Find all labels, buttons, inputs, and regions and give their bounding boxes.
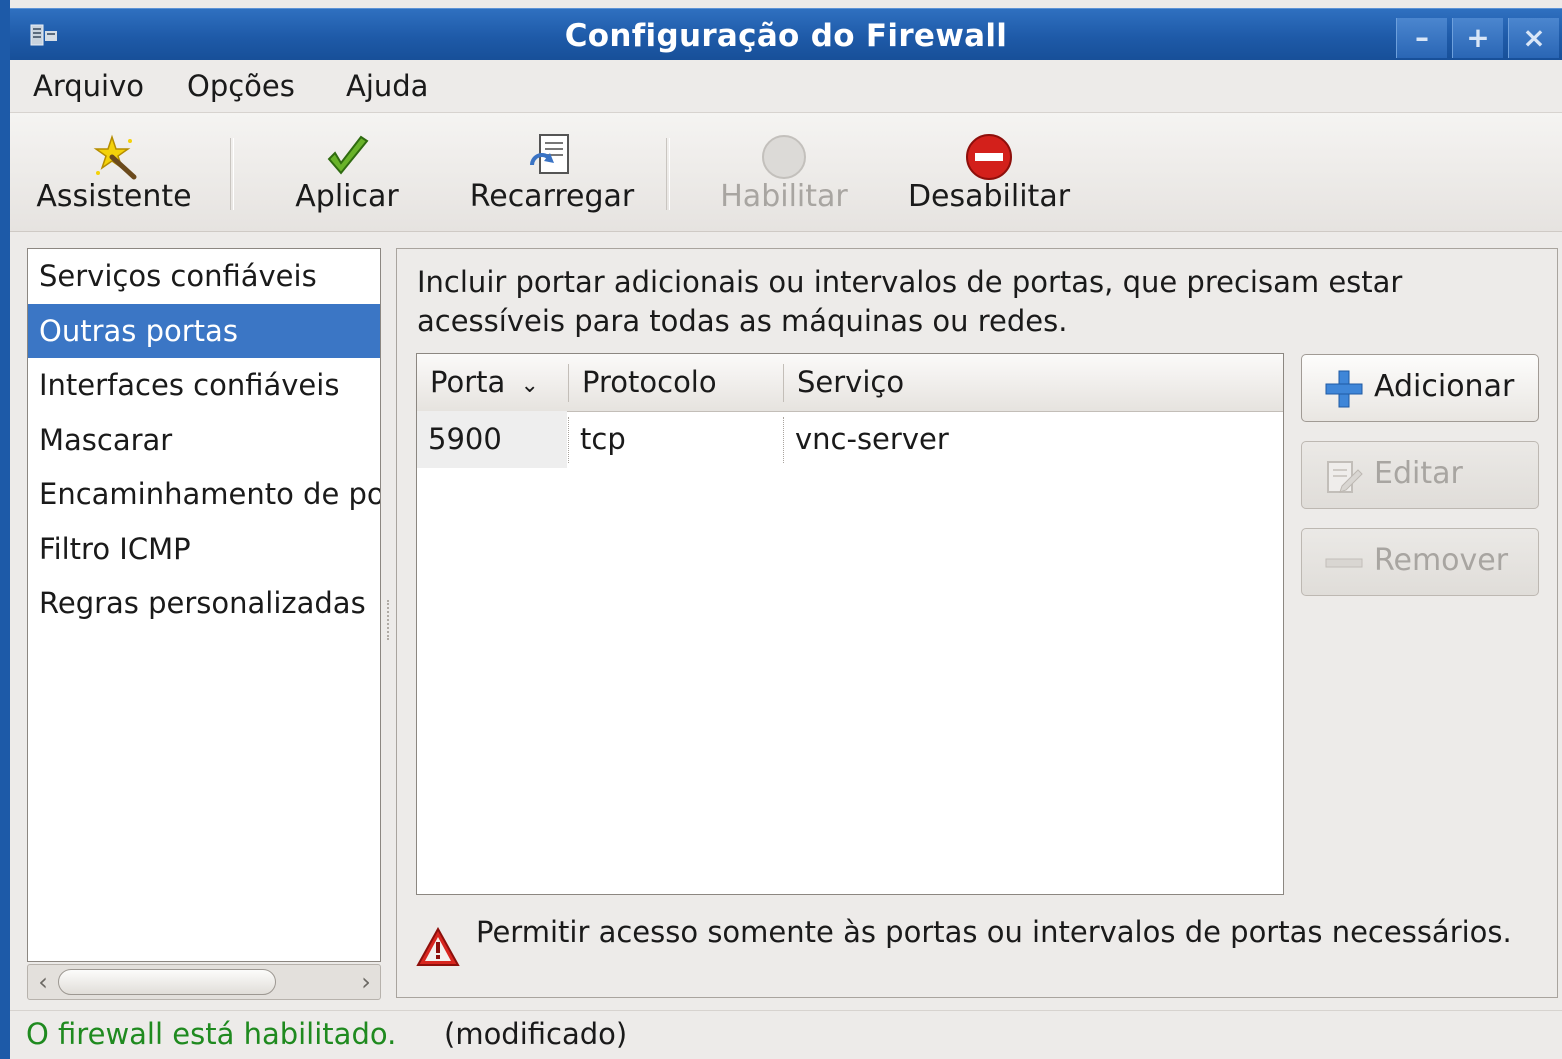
section-outras-portas[interactable]: Outras portas xyxy=(28,304,380,358)
column-servico[interactable]: Serviço xyxy=(784,354,1283,411)
column-protocolo[interactable]: Protocolo xyxy=(569,354,782,411)
habilitar-label: Habilitar xyxy=(720,179,848,214)
column-porta-label: Porta xyxy=(430,365,506,399)
menu-bar: Arquivo Opções Ajuda xyxy=(10,60,1562,113)
maximize-button[interactable]: + xyxy=(1452,18,1503,58)
section-encaminhamento[interactable]: Encaminhamento de portas xyxy=(28,467,380,521)
warning-text: Permitir acesso somente às portas ou int… xyxy=(476,915,1512,949)
toolbar-separator xyxy=(230,138,234,210)
disable-stop-icon xyxy=(966,134,1012,180)
assistente-button[interactable]: Assistente xyxy=(20,113,208,231)
section-interfaces-confiaveis[interactable]: Interfaces confiáveis xyxy=(28,358,380,412)
desabilitar-label: Desabilitar xyxy=(907,179,1071,214)
menu-ajuda[interactable]: Ajuda xyxy=(346,69,428,103)
minus-icon xyxy=(1325,558,1363,568)
scroll-left-icon[interactable]: ‹ xyxy=(31,967,55,997)
recarregar-label: Recarregar xyxy=(469,179,635,214)
title-bar[interactable]: Configuração do Firewall – + × xyxy=(10,8,1562,61)
cell-protocolo: tcp xyxy=(580,422,626,456)
aplicar-button[interactable]: Aplicar xyxy=(280,113,414,231)
modified-indicator: (modificado) xyxy=(444,1017,628,1051)
scrollbar-thumb[interactable] xyxy=(58,969,276,995)
section-list[interactable]: Serviços confiáveis Outras portas Interf… xyxy=(27,248,381,962)
editar-label: Editar xyxy=(1374,456,1463,491)
menu-arquivo[interactable]: Arquivo xyxy=(33,69,144,103)
wizard-wand-icon xyxy=(93,134,137,180)
sidebar-horizontal-scrollbar[interactable]: ‹ › xyxy=(27,964,381,1000)
enable-circle-icon xyxy=(762,135,806,179)
section-servicos-confiaveis[interactable]: Serviços confiáveis xyxy=(28,249,380,303)
pane-resize-handle[interactable] xyxy=(387,600,393,640)
toolbar-separator xyxy=(666,138,670,210)
firewall-status-text: O firewall está habilitado. xyxy=(26,1017,397,1051)
firewall-window: Configuração do Firewall – + × Arquivo O… xyxy=(10,0,1562,1059)
section-filtro-icmp[interactable]: Filtro ICMP xyxy=(28,522,380,576)
other-ports-panel: Incluir portar adicionais ou intervalos … xyxy=(396,248,1558,998)
cell-porta: 5900 xyxy=(417,411,567,468)
plus-icon xyxy=(1325,370,1363,408)
table-row[interactable]: 5900 tcp vnc-server xyxy=(417,411,1283,468)
section-regras-personalizadas[interactable]: Regras personalizadas xyxy=(28,576,380,630)
warning-triangle-icon xyxy=(416,927,460,966)
habilitar-button[interactable]: Habilitar xyxy=(714,113,854,231)
status-bar: O firewall está habilitado. (modificado) xyxy=(10,1010,1562,1059)
adicionar-button[interactable]: Adicionar xyxy=(1301,354,1539,422)
remover-label: Remover xyxy=(1374,543,1509,578)
toolbar: Assistente Aplicar Recarregar Habilitar … xyxy=(10,113,1562,232)
checkmark-icon xyxy=(327,135,369,175)
assistente-label: Assistente xyxy=(36,179,192,214)
close-button[interactable]: × xyxy=(1508,18,1559,58)
remover-button[interactable]: Remover xyxy=(1301,528,1539,596)
adicionar-label: Adicionar xyxy=(1374,369,1515,404)
editar-button[interactable]: Editar xyxy=(1301,441,1539,509)
reload-document-icon xyxy=(530,134,569,174)
panel-description: Incluir portar adicionais ou intervalos … xyxy=(417,265,1403,338)
menu-opcoes[interactable]: Opções xyxy=(187,69,295,103)
minimize-button[interactable]: – xyxy=(1396,18,1447,58)
recarregar-button[interactable]: Recarregar xyxy=(460,113,644,231)
column-porta[interactable]: Porta ⌄ xyxy=(417,354,567,411)
cell-servico: vnc-server xyxy=(795,422,949,456)
scroll-right-icon[interactable]: › xyxy=(354,967,378,997)
sort-descending-icon: ⌄ xyxy=(520,373,539,398)
ports-table[interactable]: Porta ⌄ Protocolo Serviço 5900 tcp vnc-s… xyxy=(416,353,1284,895)
section-mascarar[interactable]: Mascarar xyxy=(28,413,380,467)
desabilitar-button[interactable]: Desabilitar xyxy=(900,113,1078,231)
window-title: Configuração do Firewall xyxy=(564,18,1008,54)
aplicar-label: Aplicar xyxy=(295,179,399,214)
warning-note: Permitir acesso somente às portas ou int… xyxy=(416,915,1536,1001)
ports-table-header: Porta ⌄ Protocolo Serviço xyxy=(417,354,1283,412)
edit-pencil-icon xyxy=(1327,461,1363,493)
